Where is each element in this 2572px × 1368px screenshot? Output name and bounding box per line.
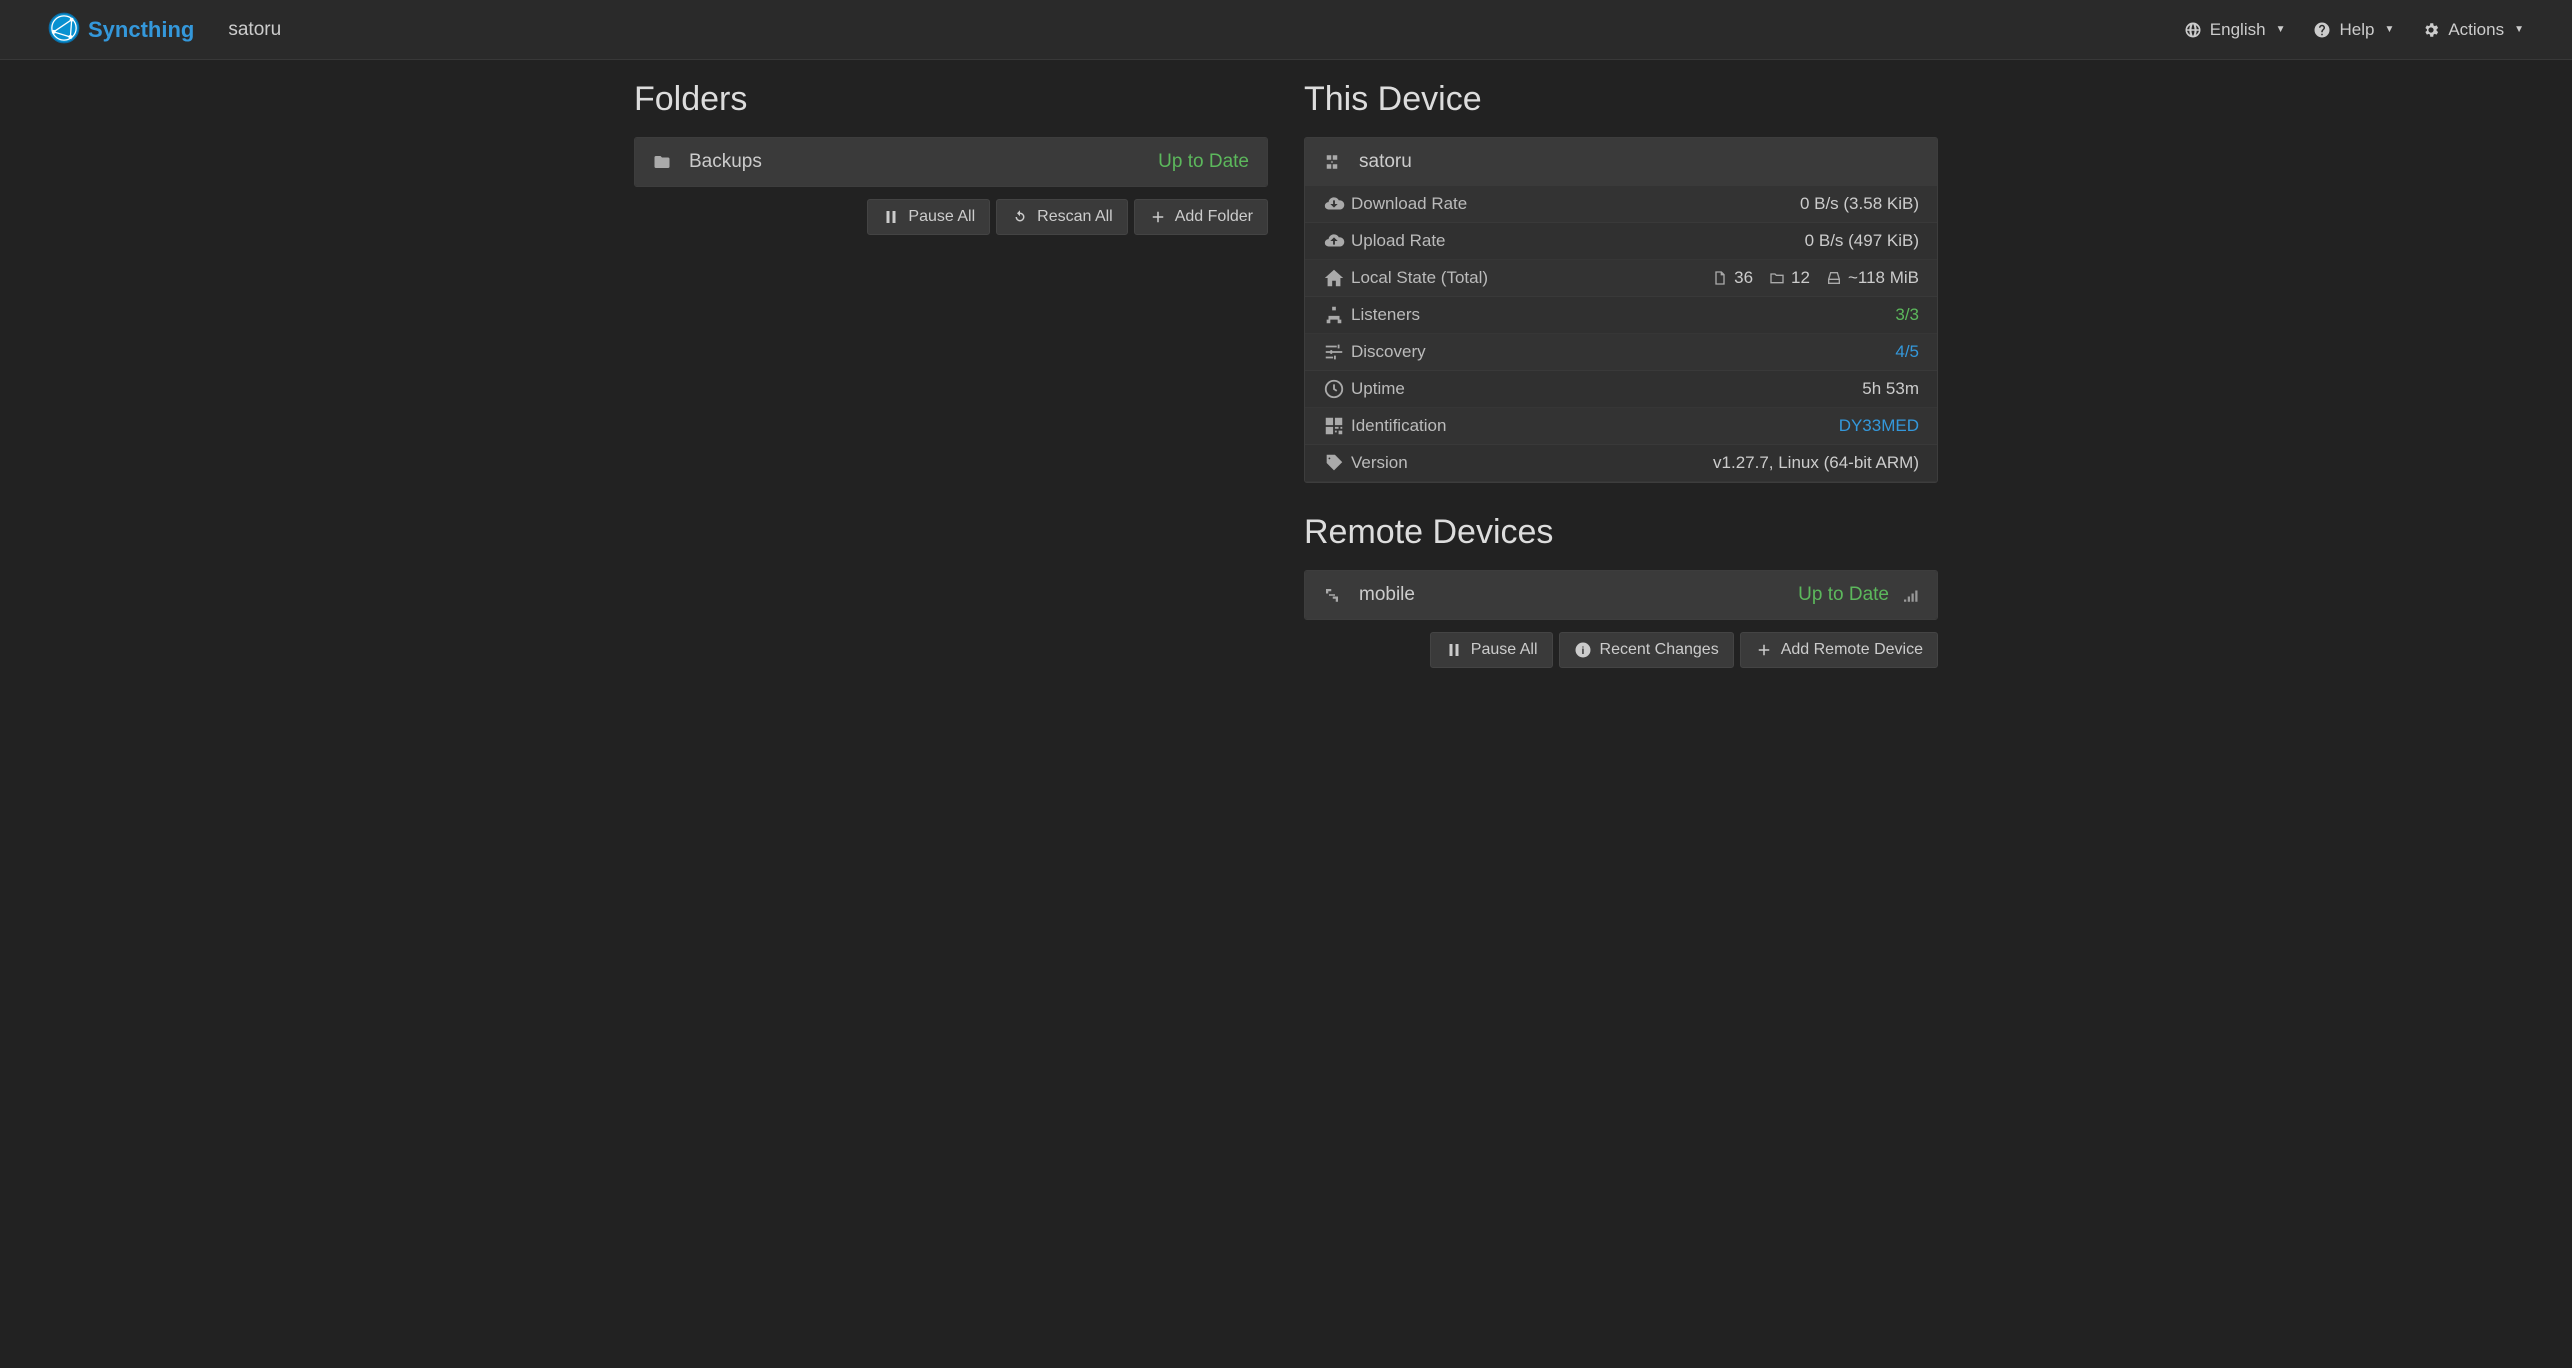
add-remote-device-label: Add Remote Device: [1781, 641, 1923, 659]
upload-rate-label: Upload Rate: [1351, 231, 1805, 251]
discovery-label: Discovery: [1351, 342, 1895, 362]
identification-label: Identification: [1351, 416, 1839, 436]
upload-rate-row: Upload Rate 0 B/s (497 KiB): [1305, 223, 1937, 260]
listeners-value[interactable]: 3/3: [1895, 305, 1919, 325]
clock-icon: [1323, 378, 1345, 400]
remote-devices-heading: Remote Devices: [1304, 513, 1938, 552]
remote-device-status: Up to Date: [1798, 584, 1889, 606]
folder-status: Up to Date: [1158, 151, 1249, 173]
caret-down-icon: ▼: [2514, 24, 2524, 35]
this-device-name: satoru: [1359, 151, 1412, 173]
local-state-label: Local State (Total): [1351, 268, 1712, 288]
folders-column: Folders Backups Up to Date Pause All Res…: [634, 80, 1268, 668]
globe-icon: [2184, 21, 2202, 39]
folder-outline-icon: [1769, 270, 1785, 286]
caret-down-icon: ▼: [2384, 24, 2394, 35]
version-row: Version v1.27.7, Linux (64-bit ARM): [1305, 445, 1937, 482]
add-folder-button[interactable]: Add Folder: [1134, 199, 1268, 235]
sliders-icon: [1323, 341, 1345, 363]
folders-heading: Folders: [634, 80, 1268, 119]
add-folder-label: Add Folder: [1175, 208, 1253, 226]
signal-icon: [1901, 586, 1919, 604]
download-rate-value: 0 B/s (3.58 KiB): [1800, 194, 1919, 214]
local-state-row: Local State (Total) 36 12 ~118 MiB: [1305, 260, 1937, 297]
folder-panel: Backups Up to Date: [634, 137, 1268, 187]
question-circle-icon: [2313, 21, 2331, 39]
remote-device-header[interactable]: mobile Up to Date: [1305, 571, 1937, 619]
plus-icon: [1149, 208, 1167, 226]
this-device-heading: This Device: [1304, 80, 1938, 119]
file-icon: [1712, 270, 1728, 286]
brand-text: Syncthing: [88, 17, 194, 43]
navbar-host[interactable]: satoru: [228, 19, 281, 41]
pause-all-devices-label: Pause All: [1471, 641, 1538, 659]
identification-row: Identification DY33MED: [1305, 408, 1937, 445]
folder-name: Backups: [689, 151, 762, 173]
remote-device-panel: mobile Up to Date: [1304, 570, 1938, 620]
brand[interactable]: Syncthing: [48, 12, 194, 48]
listeners-row: Listeners 3/3: [1305, 297, 1937, 334]
home-icon: [1323, 267, 1345, 289]
discovery-value[interactable]: 4/5: [1895, 342, 1919, 362]
syncthing-logo-icon: [48, 12, 80, 48]
navbar: Syncthing satoru English ▼ Help ▼ Action…: [0, 0, 2572, 60]
gear-icon: [2422, 21, 2440, 39]
version-value: v1.27.7, Linux (64-bit ARM): [1713, 453, 1919, 473]
link-icon: [1323, 586, 1341, 604]
remote-device-name: mobile: [1359, 584, 1415, 606]
discovery-row: Discovery 4/5: [1305, 334, 1937, 371]
recent-changes-label: Recent Changes: [1600, 641, 1719, 659]
pause-icon: [882, 208, 900, 226]
language-label: English: [2210, 20, 2266, 40]
cloud-download-icon: [1323, 193, 1345, 215]
uptime-label: Uptime: [1351, 379, 1862, 399]
actions-menu[interactable]: Actions ▼: [2422, 20, 2524, 40]
help-menu[interactable]: Help ▼: [2313, 20, 2394, 40]
folder-icon: [653, 153, 671, 171]
pause-all-label: Pause All: [908, 208, 975, 226]
hdd-icon: [1826, 270, 1842, 286]
this-device-panel: satoru Download Rate 0 B/s (3.58 KiB) Up…: [1304, 137, 1938, 483]
actions-label: Actions: [2448, 20, 2504, 40]
rescan-all-button[interactable]: Rescan All: [996, 199, 1128, 235]
this-device-header[interactable]: satoru: [1305, 138, 1937, 186]
svg-text:i: i: [1581, 645, 1584, 657]
device-icon: [1323, 153, 1341, 171]
qrcode-icon: [1323, 415, 1345, 437]
rescan-all-label: Rescan All: [1037, 208, 1113, 226]
download-rate-row: Download Rate 0 B/s (3.58 KiB): [1305, 186, 1937, 223]
cloud-upload-icon: [1323, 230, 1345, 252]
help-label: Help: [2339, 20, 2374, 40]
tag-icon: [1323, 452, 1345, 474]
sitemap-icon: [1323, 304, 1345, 326]
download-rate-label: Download Rate: [1351, 194, 1800, 214]
pause-all-devices-button[interactable]: Pause All: [1430, 632, 1553, 668]
devices-column: This Device satoru Download Rate 0 B/s (…: [1304, 80, 1938, 668]
local-dirs: 12: [1791, 268, 1810, 288]
refresh-icon: [1011, 208, 1029, 226]
plus-icon: [1755, 641, 1773, 659]
listeners-label: Listeners: [1351, 305, 1895, 325]
add-remote-device-button[interactable]: Add Remote Device: [1740, 632, 1938, 668]
pause-all-folders-button[interactable]: Pause All: [867, 199, 990, 235]
version-label: Version: [1351, 453, 1713, 473]
recent-changes-button[interactable]: i Recent Changes: [1559, 632, 1734, 668]
upload-rate-value: 0 B/s (497 KiB): [1805, 231, 1919, 251]
folder-header[interactable]: Backups Up to Date: [635, 138, 1267, 186]
info-circle-icon: i: [1574, 641, 1592, 659]
caret-down-icon: ▼: [2276, 24, 2286, 35]
uptime-value: 5h 53m: [1862, 379, 1919, 399]
language-menu[interactable]: English ▼: [2184, 20, 2286, 40]
local-files: 36: [1734, 268, 1753, 288]
pause-icon: [1445, 641, 1463, 659]
local-size: ~118 MiB: [1848, 268, 1919, 288]
uptime-row: Uptime 5h 53m: [1305, 371, 1937, 408]
identification-value[interactable]: DY33MED: [1839, 416, 1919, 436]
